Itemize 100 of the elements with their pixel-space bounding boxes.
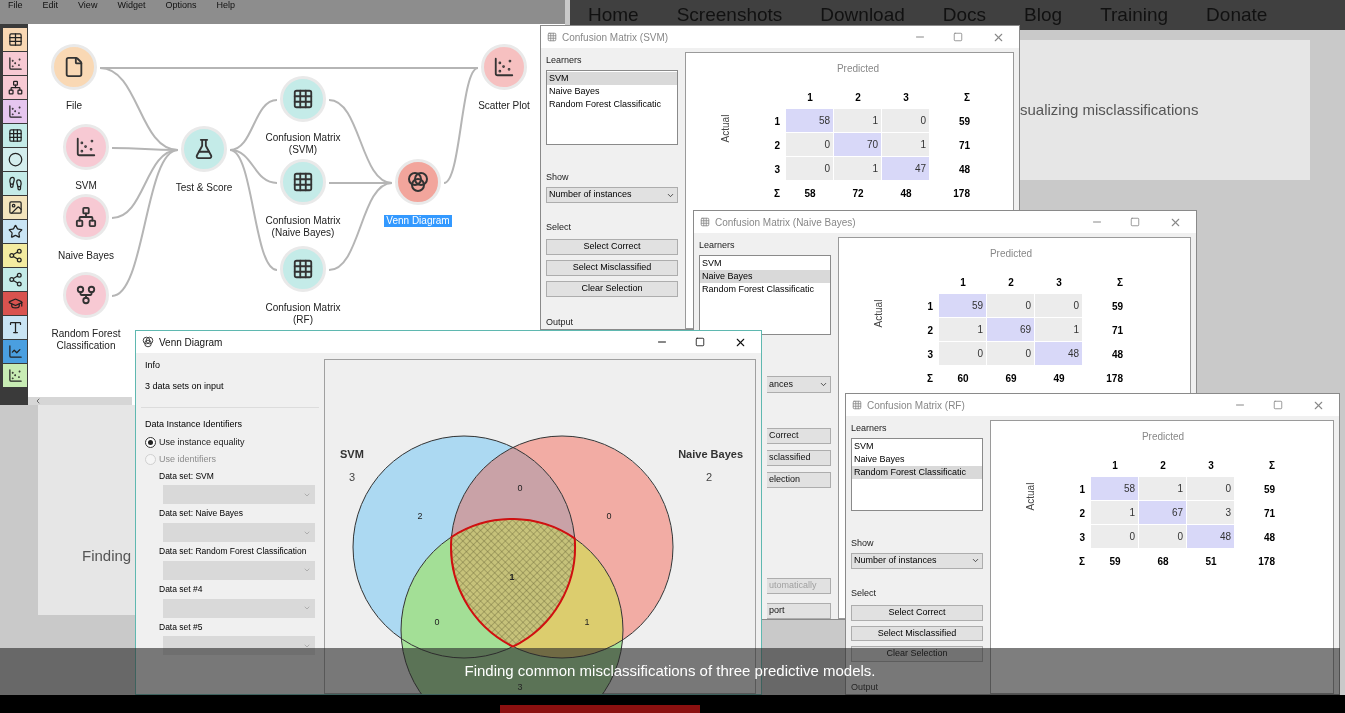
toolbox-icon[interactable] — [3, 76, 27, 99]
grid-icon — [852, 400, 862, 410]
learner-item[interactable]: SVM — [852, 439, 982, 453]
total-cell-text: 48 — [957, 162, 971, 177]
row-header: Σ — [1078, 554, 1086, 569]
select-button[interactable]: Select Correct — [851, 605, 983, 621]
total-cell-text: 68 — [1156, 554, 1170, 569]
total-cell-text: 51 — [1204, 554, 1218, 569]
total-cell-text: 59 — [957, 114, 971, 129]
total-cell-text: 48 — [1110, 347, 1124, 362]
learners-list[interactable]: SVM Naive Bayes Random Forest Classificatic — [699, 254, 831, 335]
matrix-cell: 0 — [939, 342, 986, 365]
learner-item[interactable]: Naive Bayes — [852, 452, 982, 466]
learners-list[interactable]: SVM Naive Bayes Random Forest Classificatic — [851, 437, 983, 511]
toolbox-icon[interactable] — [3, 28, 27, 51]
grid-icon[interactable] — [280, 159, 326, 205]
total-cell-text: 71 — [957, 138, 971, 153]
horizontal-scrollbar[interactable] — [28, 397, 132, 405]
matrix-cell: 0 — [1187, 477, 1234, 500]
axis-label: Actual — [1024, 482, 1038, 511]
learner-item[interactable]: SVM — [547, 71, 677, 85]
node-label: Confusion Matrix (Naive Bayes) — [264, 215, 342, 239]
select-button[interactable]: Clear Selection — [851, 646, 983, 662]
learner-item[interactable]: SVM — [700, 256, 830, 270]
show-dropdown[interactable]: Number of instances — [851, 553, 983, 569]
total-cell-text: 59 — [1108, 554, 1122, 569]
row-header: 2 — [773, 138, 781, 153]
toolbox-icon[interactable] — [3, 124, 27, 147]
learners-list[interactable]: SVM Naive Bayes Random Forest Classificatic — [546, 69, 678, 145]
maximize-icon[interactable] — [695, 337, 705, 347]
matrix-cell: 67 — [1139, 501, 1186, 524]
matrix-cell: 0 — [987, 342, 1034, 365]
page-text: sualizing misclassifications — [1020, 99, 1199, 120]
toolbox-icon[interactable] — [3, 268, 27, 291]
toolbox-icon[interactable] — [3, 52, 27, 75]
toolbox-icon[interactable] — [3, 196, 27, 219]
menu-item[interactable]: File — [8, 0, 23, 10]
set-count: 2 — [705, 471, 713, 483]
select-button[interactable]: port — [767, 603, 831, 619]
document-icon[interactable] — [51, 44, 97, 90]
venn-icon[interactable] — [395, 159, 441, 205]
learner-item[interactable]: Random Forest Classificatic — [547, 97, 677, 111]
matrix-cell: 0 — [882, 109, 929, 132]
node-label: SVM — [74, 180, 98, 192]
total-cell-text: 69 — [1004, 371, 1018, 386]
menu-item[interactable]: Help — [216, 0, 235, 10]
selected-region[interactable] — [450, 518, 576, 648]
select-button[interactable]: Select Correct — [546, 239, 678, 256]
menu-item[interactable]: Edit — [42, 0, 59, 10]
show-dropdown[interactable]: ances — [767, 376, 831, 393]
column-header: 2 — [1159, 458, 1167, 473]
matrix-cell: 0 — [786, 133, 833, 156]
scroll-left-icon[interactable] — [34, 397, 42, 405]
matrix-cell: 0 — [786, 157, 833, 180]
grid-icon — [547, 32, 557, 42]
region-count: 2 — [417, 511, 423, 521]
flask-icon[interactable] — [181, 126, 227, 172]
select-button[interactable]: Select Misclassified — [546, 260, 678, 276]
node-label: Test & Score — [174, 182, 234, 194]
menu-item[interactable]: Widget — [117, 0, 146, 10]
set-region[interactable] — [513, 436, 673, 640]
show-dropdown[interactable]: Number of instances — [546, 187, 678, 203]
set-count: 3 — [348, 471, 356, 483]
learner-item[interactable]: Random Forest Classificatic — [852, 465, 982, 479]
group-title: Info — [144, 359, 161, 372]
select-button[interactable]: Clear Selection — [546, 280, 678, 297]
grid-icon[interactable] — [280, 246, 326, 292]
toolbox-icon[interactable] — [3, 172, 27, 195]
node-label: Naive Bayes — [56, 250, 116, 262]
select-button[interactable]: sclassified — [767, 450, 831, 466]
scatter-plot-icon[interactable] — [481, 44, 527, 90]
radio-button[interactable] — [145, 436, 156, 448]
matrix-cell: 1 — [1035, 318, 1082, 341]
tree-icon[interactable] — [63, 194, 109, 240]
menu-item[interactable]: Options — [165, 0, 197, 10]
toolbox-icon[interactable] — [3, 244, 27, 267]
menu-item[interactable]: View — [78, 0, 98, 10]
tree-icon[interactable] — [63, 272, 109, 318]
row-header: 1 — [773, 114, 781, 129]
select-button[interactable]: Correct — [767, 428, 831, 444]
toolbox-icon[interactable] — [3, 100, 27, 123]
select-button[interactable]: Select Misclassified — [851, 625, 983, 641]
caret-icon — [819, 380, 828, 389]
learner-item[interactable]: Naive Bayes — [700, 269, 830, 283]
learner-item[interactable]: Random Forest Classificatic — [700, 282, 830, 296]
set-label: SVM — [340, 448, 364, 460]
toolbox-icon[interactable] — [3, 220, 27, 243]
toolbox-icon[interactable] — [3, 316, 27, 339]
toolbox-icon[interactable] — [3, 364, 27, 387]
venn-icon — [142, 336, 154, 348]
group-title: Show — [546, 170, 570, 184]
select-button[interactable]: election — [767, 472, 831, 488]
total-cell-text: 48 — [899, 186, 913, 201]
window-title: Confusion Matrix (Naive Bayes) — [715, 215, 856, 230]
total-cell-text: 59 — [1110, 299, 1124, 314]
learner-item[interactable]: Naive Bayes — [547, 84, 677, 98]
group-title: Learners — [546, 54, 583, 67]
axis-label: Actual — [872, 299, 886, 328]
toolbox-icon[interactable] — [3, 148, 27, 171]
grid-icon[interactable] — [280, 76, 326, 122]
